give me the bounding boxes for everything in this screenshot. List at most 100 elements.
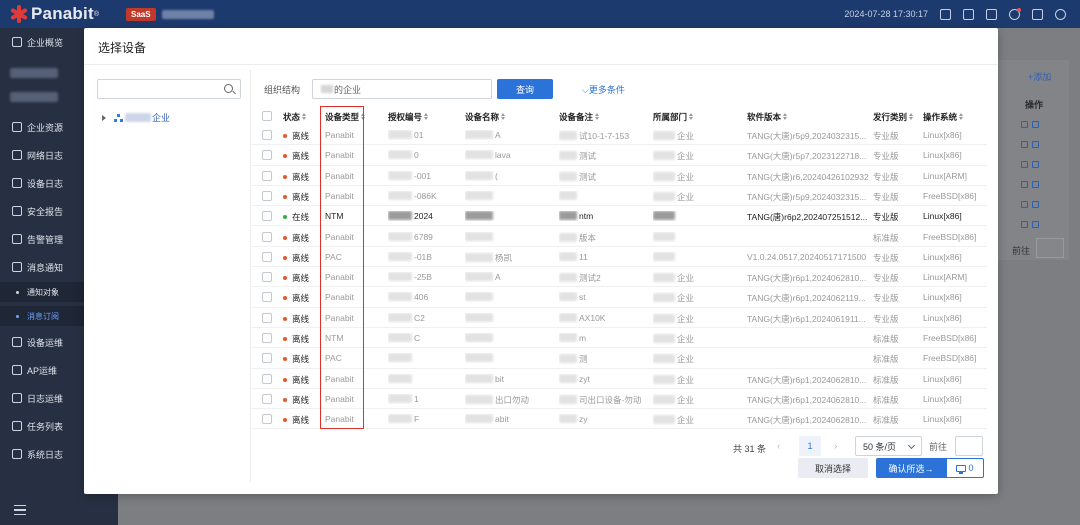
redacted-text — [653, 354, 675, 364]
row-checkbox[interactable] — [262, 393, 272, 404]
log-ops-icon — [12, 393, 22, 403]
dept-cell: 企业 — [653, 272, 694, 284]
row-checkbox[interactable] — [262, 211, 272, 222]
row-checkbox[interactable] — [262, 373, 272, 384]
query-button[interactable]: 查询 — [497, 79, 553, 99]
calendar-icon[interactable] — [940, 8, 951, 20]
row-checkbox[interactable] — [262, 231, 272, 242]
selected-count-button[interactable]: 0 — [946, 458, 984, 478]
edition-text: 专业版 — [873, 252, 899, 263]
redacted-text — [559, 171, 577, 181]
row-checkbox[interactable] — [262, 312, 272, 323]
task-icon — [12, 421, 22, 431]
confirm-selection-button[interactable]: 确认所选→ — [876, 458, 946, 478]
sidebar-item-label: 系统日志 — [27, 449, 64, 460]
sidebar-item-label: 企业概览 — [27, 37, 64, 48]
select-all-checkbox[interactable] — [262, 111, 272, 121]
row-checkbox[interactable] — [262, 251, 272, 262]
redacted-text — [559, 211, 577, 221]
monitor-icon — [956, 464, 967, 474]
dept-cell: 企业 — [653, 374, 694, 386]
org-structure-select[interactable]: 的企业 — [312, 79, 492, 99]
auth-cell: C — [388, 333, 420, 343]
version-cell: TANG(大唐)r5p7,2023122718... — [747, 150, 866, 162]
row-checkbox[interactable] — [262, 292, 272, 303]
background-add-button[interactable]: +添加 — [1028, 70, 1051, 83]
row-actions[interactable] — [1021, 200, 1045, 209]
dept-text: 企业 — [677, 313, 695, 324]
bell-icon[interactable] — [1009, 7, 1021, 20]
row-checkbox[interactable] — [262, 353, 272, 364]
row-checkbox[interactable] — [262, 170, 272, 181]
remark-cell: 司出口设备-勿动 — [559, 394, 641, 406]
cancel-selection-button[interactable]: 取消选择 — [798, 458, 868, 478]
tree-node-enterprise[interactable]: 企业 — [102, 111, 170, 124]
row-actions[interactable] — [1021, 160, 1045, 169]
offline-dot-icon — [283, 337, 287, 341]
name-cell: 出口勿动 — [465, 394, 529, 406]
column-header-department[interactable]: 所属部门 — [653, 111, 694, 123]
next-page-icon[interactable]: › — [834, 441, 837, 452]
status-cell: 离线 — [283, 333, 309, 345]
status-text: 离线 — [292, 171, 310, 182]
column-header-os[interactable]: 操作系统 — [923, 111, 964, 123]
row-checkbox[interactable] — [262, 190, 272, 201]
more-conditions-link[interactable]: ⌵更多条件 — [582, 83, 625, 96]
sort-icon — [424, 113, 429, 121]
sidebar-item-redacted[interactable] — [10, 68, 58, 78]
datetime: 2024-07-28 17:30:17 — [844, 9, 928, 19]
redacted-text — [559, 354, 577, 364]
remark-text: st — [579, 292, 586, 303]
sidebar-item-redacted[interactable] — [10, 92, 58, 102]
goto-page-input[interactable] — [955, 436, 983, 456]
caret-right-icon[interactable] — [102, 114, 106, 121]
row-actions[interactable] — [1021, 140, 1045, 149]
row-checkbox[interactable] — [262, 130, 272, 140]
remark-cell: AX10K — [559, 312, 605, 323]
name-cell: lava — [465, 150, 511, 160]
dept-cell: 企业 — [653, 292, 694, 304]
column-header-status[interactable]: 状态 — [283, 111, 307, 123]
redacted-text — [465, 231, 493, 241]
fullscreen-icon[interactable] — [1032, 8, 1043, 20]
auth-text: -086K — [414, 190, 437, 201]
sidebar-item-label: 日志运维 — [27, 393, 64, 404]
remark-text: 测试2 — [579, 273, 601, 284]
column-header-auth-id[interactable]: 授权编号 — [388, 111, 429, 123]
dept-text: 企业 — [677, 171, 695, 182]
page-number-1[interactable]: 1 — [799, 436, 821, 456]
redacted-text — [559, 414, 577, 424]
version-cell: TANG(大唐)r6,20240426102932 — [747, 171, 869, 183]
offline-dot-icon — [283, 134, 287, 138]
row-actions[interactable] — [1021, 120, 1045, 129]
column-header-version[interactable]: 软件版本 — [747, 111, 788, 123]
shield-icon[interactable] — [986, 8, 997, 20]
tree-search-input[interactable] — [97, 79, 241, 99]
row-checkbox[interactable] — [262, 150, 272, 161]
status-text: 离线 — [292, 415, 310, 426]
dept-cell — [653, 251, 677, 262]
collapse-menu-icon[interactable] — [14, 505, 26, 515]
row-checkbox[interactable] — [262, 333, 272, 343]
user-icon[interactable] — [1055, 8, 1066, 20]
column-header-device-name[interactable]: 设备名称 — [465, 111, 506, 123]
auth-cell: 2024 — [388, 211, 433, 221]
translate-icon[interactable] — [963, 8, 974, 20]
row-checkbox[interactable] — [262, 272, 272, 283]
offline-dot-icon — [283, 296, 287, 301]
search-icon[interactable] — [224, 84, 233, 93]
column-header-remark[interactable]: 设备备注 — [559, 111, 600, 123]
edition-cell: 专业版 — [873, 150, 899, 162]
auth-cell: F — [388, 414, 419, 424]
remark-cell: 测试 — [559, 171, 596, 183]
page-size-select[interactable]: 50 条/页 — [855, 436, 922, 456]
redacted-text — [653, 131, 675, 140]
row-actions[interactable] — [1021, 220, 1045, 229]
column-header-edition[interactable]: 发行类别 — [873, 111, 914, 123]
row-checkbox[interactable] — [262, 414, 272, 425]
row-actions[interactable] — [1021, 180, 1045, 189]
prev-page-icon[interactable]: ‹ — [777, 441, 780, 452]
background-goto-input[interactable] — [1036, 238, 1064, 258]
edition-cell: 专业版 — [873, 252, 899, 264]
redacted-text — [559, 394, 577, 404]
